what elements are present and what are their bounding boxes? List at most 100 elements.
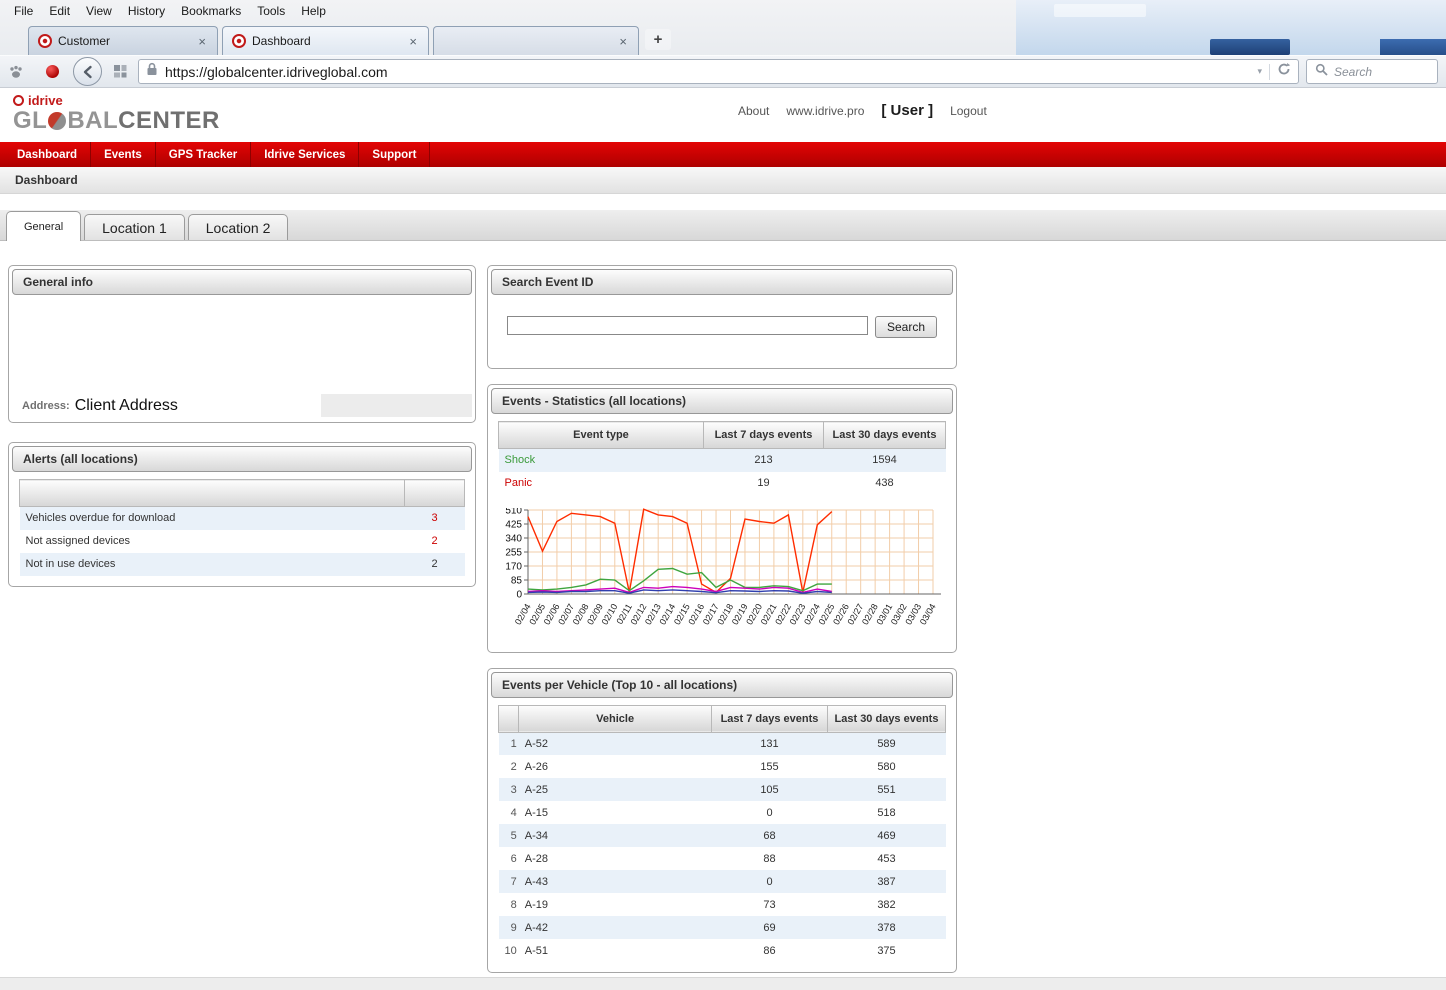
logo-center: CENTER <box>118 108 220 133</box>
events-chart: 08517025534042551002/0402/0502/0602/0702… <box>498 508 946 642</box>
browser-search-input[interactable] <box>1334 65 1429 79</box>
table-row[interactable]: Not assigned devices 2 <box>20 530 465 553</box>
user-label[interactable]: [ User ] <box>881 102 933 119</box>
table-row[interactable]: 6 A-28 88 453 <box>499 847 946 870</box>
table-row[interactable]: 7 A-43 0 387 <box>499 870 946 893</box>
chart-y-label: 170 <box>505 561 522 572</box>
alerts-header-empty <box>20 480 405 507</box>
reload-icon[interactable] <box>1277 62 1291 81</box>
table-row[interactable]: 4 A-15 0 518 <box>499 801 946 824</box>
search-button[interactable]: Search <box>875 316 937 338</box>
header-links: About www.idrive.pro [ User ] Logout <box>738 102 987 119</box>
menu-tools[interactable]: Tools <box>249 1 293 21</box>
back-button[interactable] <box>73 57 102 86</box>
table-row[interactable]: 9 A-42 69 378 <box>499 916 946 939</box>
table-row[interactable]: 10 A-51 86 375 <box>499 939 946 962</box>
tab-general[interactable]: General <box>6 211 81 241</box>
column-header: Last 7 days events <box>712 705 828 732</box>
menu-file[interactable]: File <box>6 1 41 21</box>
globe-icon <box>48 112 66 130</box>
event-type-cell: Shock <box>499 449 704 472</box>
table-row[interactable]: 1 A-52 131 589 <box>499 732 946 755</box>
tab-close-icon[interactable]: × <box>617 35 629 48</box>
column-header: Last 7 days events <box>704 422 824 449</box>
logout-link[interactable]: Logout <box>950 104 987 118</box>
last30-cell: 589 <box>828 732 946 755</box>
alerts-panel: Alerts (all locations) Vehicles overdue … <box>8 442 476 587</box>
chart-y-label: 425 <box>505 519 522 530</box>
events-per-vehicle-table: Vehicle Last 7 days events Last 30 days … <box>498 705 946 963</box>
magnifier-icon <box>1315 63 1328 81</box>
tab-close-icon[interactable]: × <box>196 35 208 48</box>
addon-record-icon[interactable] <box>46 65 59 78</box>
browser-chrome: File Edit View History Bookmarks Tools H… <box>0 0 1446 88</box>
menu-edit[interactable]: Edit <box>41 1 78 21</box>
vehicle-cell: A-19 <box>519 893 712 916</box>
events-per-vehicle-body: Vehicle Last 7 days events Last 30 days … <box>491 698 953 970</box>
last30-cell: 551 <box>828 778 946 801</box>
alert-value: 2 <box>405 553 465 576</box>
idrive-favicon-icon <box>38 34 52 48</box>
last30-cell: 378 <box>828 916 946 939</box>
tab-location-2[interactable]: Location 2 <box>188 214 289 240</box>
column-header: Last 30 days events <box>824 422 946 449</box>
tab-groups-icon[interactable] <box>109 61 131 83</box>
idrive-favicon-icon <box>232 34 246 48</box>
url-bar[interactable]: ▾ <box>138 59 1299 84</box>
alert-label: Vehicles overdue for download <box>20 507 405 530</box>
last7-cell: 0 <box>712 801 828 824</box>
browser-tab-dashboard[interactable]: Dashboard × <box>222 26 429 55</box>
last7-cell: 131 <box>712 732 828 755</box>
nav-dashboard[interactable]: Dashboard <box>4 142 91 167</box>
url-input[interactable] <box>165 64 1250 80</box>
browser-tab-customer[interactable]: Customer × <box>28 26 218 55</box>
browser-tab-blank[interactable]: × <box>433 26 639 55</box>
table-row[interactable]: 5 A-34 68 469 <box>499 824 946 847</box>
alert-value: 2 <box>405 530 465 553</box>
table-header-row: Vehicle Last 7 days events Last 30 days … <box>499 705 946 732</box>
table-row[interactable]: 8 A-19 73 382 <box>499 893 946 916</box>
table-row[interactable]: Shock 213 1594 <box>499 449 946 472</box>
chart-y-label: 0 <box>516 589 522 600</box>
nav-idrive-services[interactable]: Idrive Services <box>251 142 359 167</box>
menu-help[interactable]: Help <box>293 1 334 21</box>
menu-view[interactable]: View <box>78 1 120 21</box>
general-info-panel: General info Address: Client Address <box>8 265 476 423</box>
addon-paw-icon[interactable] <box>8 64 24 80</box>
last30-cell: 580 <box>828 755 946 778</box>
browser-search-box[interactable] <box>1306 59 1438 84</box>
vehicle-cell: A-15 <box>519 801 712 824</box>
table-row[interactable]: 3 A-25 105 551 <box>499 778 946 801</box>
nav-support[interactable]: Support <box>359 142 430 167</box>
last7-cell: 73 <box>712 893 828 916</box>
events-stats-title: Events - Statistics (all locations) <box>491 388 953 414</box>
table-row[interactable]: Not in use devices 2 <box>20 553 465 576</box>
last30-cell: 453 <box>828 847 946 870</box>
address-row: Address: Client Address <box>12 392 472 417</box>
rank-cell: 1 <box>499 732 519 755</box>
padlock-icon <box>146 62 158 81</box>
idrive-logo[interactable]: idrive GL BAL CENTER <box>13 93 220 133</box>
chart-y-label: 510 <box>505 508 522 517</box>
tab-location-1[interactable]: Location 1 <box>84 214 185 240</box>
nav-events[interactable]: Events <box>91 142 156 167</box>
general-info-title: General info <box>12 269 472 295</box>
menu-bookmarks[interactable]: Bookmarks <box>173 1 249 21</box>
nav-gps-tracker[interactable]: GPS Tracker <box>156 142 251 167</box>
tab-close-icon[interactable]: × <box>407 35 419 48</box>
table-row[interactable]: Panic 19 438 <box>499 472 946 495</box>
search-event-panel: Search Event ID Search <box>487 265 957 369</box>
last30-cell: 518 <box>828 801 946 824</box>
last30-cell: 438 <box>824 472 946 495</box>
browser-menubar: File Edit View History Bookmarks Tools H… <box>0 0 1446 22</box>
about-link[interactable]: About <box>738 104 769 118</box>
table-row[interactable]: Vehicles overdue for download 3 <box>20 507 465 530</box>
menu-history[interactable]: History <box>120 1 173 21</box>
last30-cell: 382 <box>828 893 946 916</box>
idrive-pro-link[interactable]: www.idrive.pro <box>786 104 864 118</box>
event-id-input[interactable] <box>507 316 868 335</box>
table-row[interactable]: 2 A-26 155 580 <box>499 755 946 778</box>
url-dropdown-icon[interactable]: ▾ <box>1257 66 1262 77</box>
last7-cell: 69 <box>712 916 828 939</box>
new-tab-button[interactable]: + <box>645 29 671 50</box>
